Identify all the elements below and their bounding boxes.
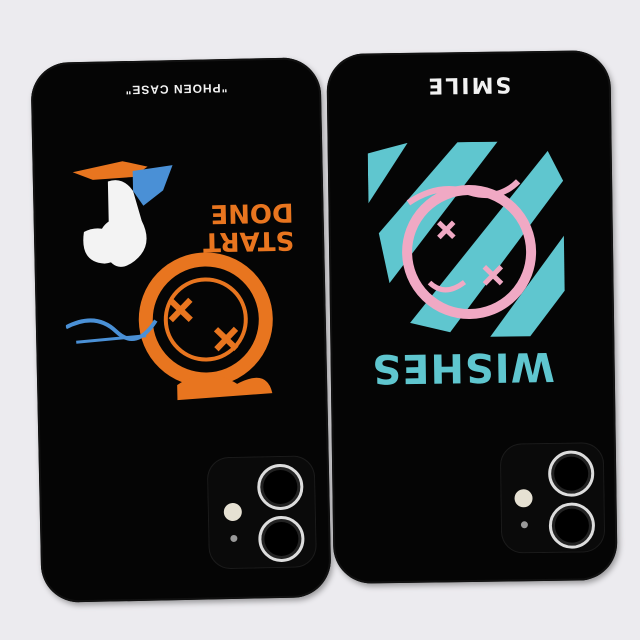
phone-case-left: "PHOEN CASE" START DONE xyxy=(30,57,332,603)
case-wishes-text: WISHES xyxy=(370,342,556,392)
art-text-start-done: START DONE xyxy=(202,196,295,257)
camera-flash xyxy=(514,489,533,508)
camera-lens xyxy=(257,515,305,563)
phone-case-right: SMILE WISHES xyxy=(326,50,618,584)
camera-module xyxy=(206,455,317,570)
case-smile-text: SMILE xyxy=(426,71,512,98)
camera-module xyxy=(499,442,606,554)
camera-mic xyxy=(230,534,238,543)
camera-lens xyxy=(548,502,596,549)
case-brand-text: "PHOEN CASE" xyxy=(124,80,228,98)
camera-lens xyxy=(256,463,304,511)
graffiti-art-right xyxy=(367,141,565,337)
camera-lens xyxy=(547,450,595,497)
camera-mic xyxy=(520,521,528,529)
camera-flash xyxy=(223,502,243,522)
product-photo: "PHOEN CASE" START DONE SMILE WISHES xyxy=(0,0,640,640)
graffiti-art-left xyxy=(64,161,273,401)
